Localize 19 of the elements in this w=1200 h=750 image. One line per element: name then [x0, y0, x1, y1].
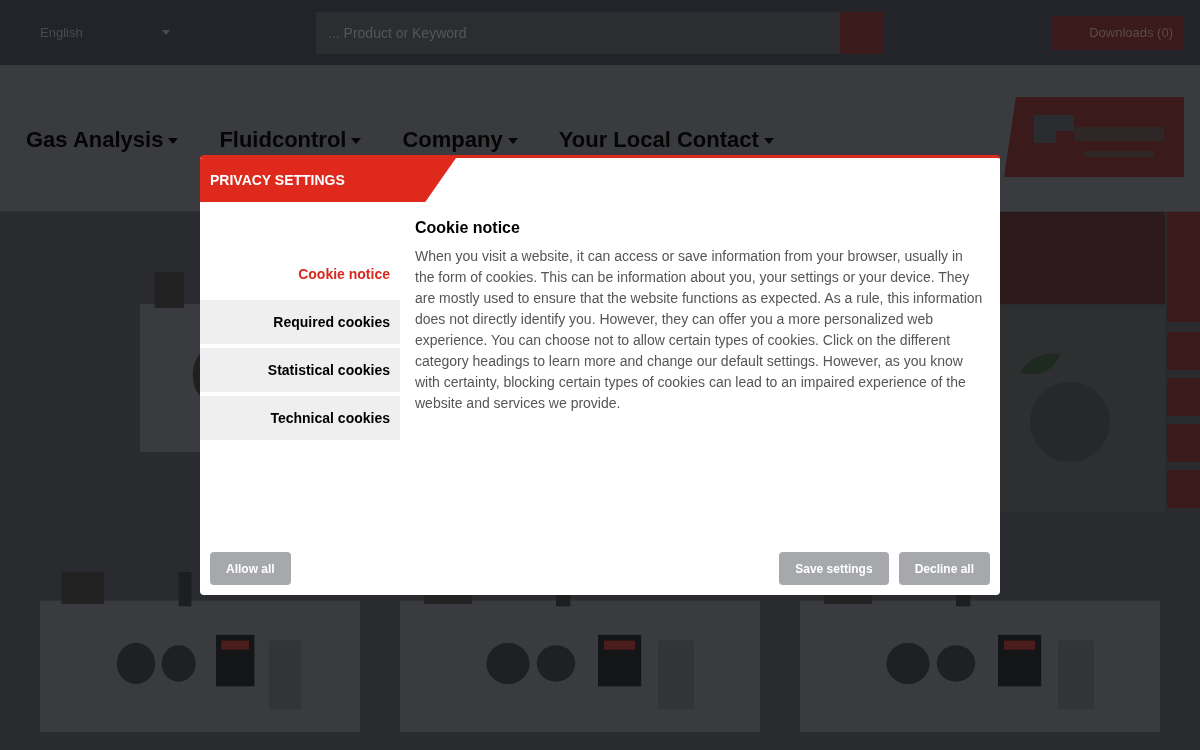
nav-menu-item[interactable]: Fluidcontrol: [219, 123, 363, 156]
section-heading: Cookie notice: [415, 218, 521, 238]
dialog-title: PRIVACY SETTINGS: [200, 158, 456, 202]
nav-menu-item[interactable]: Company: [402, 123, 519, 156]
settings-tab[interactable]: Statistical cookies: [200, 348, 400, 392]
settings-tab[interactable]: Technical cookies: [200, 396, 400, 440]
dialog-button[interactable]: Save settings: [779, 552, 889, 585]
dialog-button[interactable]: Decline all: [898, 552, 990, 585]
caret-icon: [162, 30, 170, 35]
caret-icon: [350, 138, 363, 145]
dialog-button[interactable]: Allow all: [210, 552, 291, 585]
nav-menu-item[interactable]: Your Local Contact: [558, 123, 775, 156]
caret-icon: [762, 138, 775, 145]
caret-icon: [506, 138, 519, 145]
caret-icon: [167, 138, 180, 145]
search-button[interactable]: [840, 11, 884, 54]
settings-tab[interactable]: Required cookies: [200, 300, 400, 344]
cookie-notice-text: When you visit a website, it can access or save information from your browser, usually in the form of cookies. This can be information about you, your settings or your device. They are mostly used to ensure that the website functions as expected. As a rule, this information does not directly identify you. However, they can offer you a more personalized web experience. You can choose not to allow certain types of cookies. Click on the different category headings to learn more and change our default settings. However, as you know with certainty, blocking certain types of cookies can lead to an impaired experience of the website and services we provide.: [415, 247, 984, 413]
nav-menu-item[interactable]: Gas Analysis: [26, 123, 180, 156]
